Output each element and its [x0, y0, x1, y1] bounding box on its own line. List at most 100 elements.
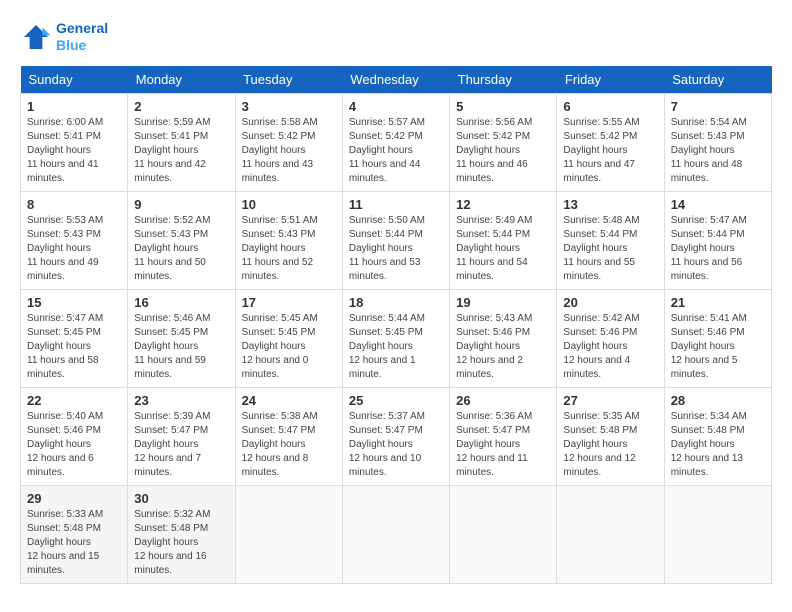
day-cell-2: 2 Sunrise: 5:59 AMSunset: 5:41 PMDaylight… [128, 93, 235, 191]
day-info: Sunrise: 5:41 AMSunset: 5:46 PMDaylight … [671, 312, 765, 382]
day-number: 9 [134, 197, 228, 212]
day-number: 21 [671, 295, 765, 310]
day-cell-29: 29Sunrise: 5:33 AMSunset: 5:48 PMDayligh… [21, 485, 128, 583]
day-cell-10: 10 Sunrise: 5:51 AMSunset: 5:43 PMDayligh… [235, 191, 342, 289]
day-cell-5: 5 Sunrise: 5:56 AMSunset: 5:42 PMDaylight… [450, 93, 557, 191]
weekday-header-tuesday: Tuesday [235, 66, 342, 94]
day-info: Sunrise: 5:57 AMSunset: 5:42 PMDaylight … [349, 116, 443, 186]
day-number: 24 [242, 393, 336, 408]
day-cell-19: 19 Sunrise: 5:43 AMSunset: 5:46 PMDayligh… [450, 289, 557, 387]
day-number: 2 [134, 99, 228, 114]
logo-icon [20, 21, 52, 53]
weekday-header-monday: Monday [128, 66, 235, 94]
day-number: 11 [349, 197, 443, 212]
day-cell-12: 12 Sunrise: 5:49 AMSunset: 5:44 PMDayligh… [450, 191, 557, 289]
day-number: 17 [242, 295, 336, 310]
day-cell-16: 16 Sunrise: 5:46 AMSunset: 5:45 PMDayligh… [128, 289, 235, 387]
day-info: Sunrise: 5:48 AMSunset: 5:44 PMDaylight … [563, 214, 657, 284]
day-info: Sunrise: 5:39 AMSunset: 5:47 PMDaylight … [134, 410, 228, 480]
day-info: Sunrise: 5:54 AMSunset: 5:43 PMDaylight … [671, 116, 765, 186]
empty-cell [450, 485, 557, 583]
day-info: Sunrise: 5:38 AMSunset: 5:47 PMDaylight … [242, 410, 336, 480]
day-number: 25 [349, 393, 443, 408]
day-cell-6: 6 Sunrise: 5:55 AMSunset: 5:42 PMDaylight… [557, 93, 664, 191]
day-cell-21: 21 Sunrise: 5:41 AMSunset: 5:46 PMDayligh… [664, 289, 771, 387]
day-info: Sunrise: 5:45 AMSunset: 5:45 PMDaylight … [242, 312, 336, 382]
day-cell-1: 1 Sunrise: 6:00 AMSunset: 5:41 PMDaylight… [21, 93, 128, 191]
weekday-header-friday: Friday [557, 66, 664, 94]
day-info: Sunrise: 6:00 AMSunset: 5:41 PMDaylight … [27, 116, 121, 186]
day-number: 19 [456, 295, 550, 310]
day-number: 3 [242, 99, 336, 114]
day-cell-27: 27Sunrise: 5:35 AMSunset: 5:48 PMDayligh… [557, 387, 664, 485]
day-number: 18 [349, 295, 443, 310]
day-info: Sunrise: 5:56 AMSunset: 5:42 PMDaylight … [456, 116, 550, 186]
day-number: 14 [671, 197, 765, 212]
day-info: Sunrise: 5:50 AMSunset: 5:44 PMDaylight … [349, 214, 443, 284]
day-info: Sunrise: 5:51 AMSunset: 5:43 PMDaylight … [242, 214, 336, 284]
day-number: 6 [563, 99, 657, 114]
empty-cell [235, 485, 342, 583]
day-cell-28: 28 Sunrise: 5:34 AMSunset: 5:48 PMDayligh… [664, 387, 771, 485]
day-number: 12 [456, 197, 550, 212]
day-info: Sunrise: 5:36 AMSunset: 5:47 PMDaylight … [456, 410, 550, 480]
day-cell-26: 26 Sunrise: 5:36 AMSunset: 5:47 PMDayligh… [450, 387, 557, 485]
day-info: Sunrise: 5:49 AMSunset: 5:44 PMDaylight … [456, 214, 550, 284]
day-number: 20 [563, 295, 657, 310]
day-number: 26 [456, 393, 550, 408]
day-cell-18: 18 Sunrise: 5:44 AMSunset: 5:45 PMDayligh… [342, 289, 449, 387]
day-number: 10 [242, 197, 336, 212]
day-number: 13 [563, 197, 657, 212]
day-info: Sunrise: 5:59 AMSunset: 5:41 PMDaylight … [134, 116, 228, 186]
last-week-row: 29Sunrise: 5:33 AMSunset: 5:48 PMDayligh… [21, 485, 772, 583]
day-number: 15 [27, 295, 121, 310]
week-row-3: 15 Sunrise: 5:47 AMSunset: 5:45 PMDayligh… [21, 289, 772, 387]
day-cell-24: 24 Sunrise: 5:38 AMSunset: 5:47 PMDayligh… [235, 387, 342, 485]
day-number: 7 [671, 99, 765, 114]
empty-cell [664, 485, 771, 583]
weekday-header-sunday: Sunday [21, 66, 128, 94]
day-cell-23: 23 Sunrise: 5:39 AMSunset: 5:47 PMDayligh… [128, 387, 235, 485]
week-row-2: 8Sunrise: 5:53 AMSunset: 5:43 PMDaylight… [21, 191, 772, 289]
day-info: Sunrise: 5:55 AMSunset: 5:42 PMDaylight … [563, 116, 657, 186]
day-cell-15: 15 Sunrise: 5:47 AMSunset: 5:45 PMDayligh… [21, 289, 128, 387]
weekday-header-thursday: Thursday [450, 66, 557, 94]
day-cell-9: 9Sunrise: 5:52 AMSunset: 5:43 PMDaylight… [128, 191, 235, 289]
page-header: General Blue [20, 20, 772, 54]
day-cell-3: 3 Sunrise: 5:58 AMSunset: 5:42 PMDaylight… [235, 93, 342, 191]
day-cell-25: 25 Sunrise: 5:37 AMSunset: 5:47 PMDayligh… [342, 387, 449, 485]
logo-text: General Blue [56, 20, 108, 54]
day-cell-17: 17 Sunrise: 5:45 AMSunset: 5:45 PMDayligh… [235, 289, 342, 387]
day-info: Sunrise: 5:34 AMSunset: 5:48 PMDaylight … [671, 410, 765, 480]
empty-cell [342, 485, 449, 583]
day-info: Sunrise: 5:44 AMSunset: 5:45 PMDaylight … [349, 312, 443, 382]
day-cell-14: 14 Sunrise: 5:47 AMSunset: 5:44 PMDayligh… [664, 191, 771, 289]
day-number: 16 [134, 295, 228, 310]
day-info: Sunrise: 5:40 AMSunset: 5:46 PMDaylight … [27, 410, 121, 480]
day-info: Sunrise: 5:37 AMSunset: 5:47 PMDaylight … [349, 410, 443, 480]
day-cell-22: 22 Sunrise: 5:40 AMSunset: 5:46 PMDayligh… [21, 387, 128, 485]
day-cell-11: 11 Sunrise: 5:50 AMSunset: 5:44 PMDayligh… [342, 191, 449, 289]
day-info: Sunrise: 5:43 AMSunset: 5:46 PMDaylight … [456, 312, 550, 382]
day-cell-8: 8Sunrise: 5:53 AMSunset: 5:43 PMDaylight… [21, 191, 128, 289]
day-info: Sunrise: 5:32 AMSunset: 5:48 PMDaylight … [134, 508, 228, 578]
day-cell-30: 30Sunrise: 5:32 AMSunset: 5:48 PMDayligh… [128, 485, 235, 583]
day-number: 1 [27, 99, 121, 114]
day-number: 22 [27, 393, 121, 408]
day-number: 23 [134, 393, 228, 408]
day-number: 8 [27, 197, 121, 212]
day-number: 4 [349, 99, 443, 114]
day-number: 28 [671, 393, 765, 408]
logo: General Blue [20, 20, 108, 54]
week-row-4: 22 Sunrise: 5:40 AMSunset: 5:46 PMDayligh… [21, 387, 772, 485]
day-number: 5 [456, 99, 550, 114]
day-info: Sunrise: 5:47 AMSunset: 5:44 PMDaylight … [671, 214, 765, 284]
day-info: Sunrise: 5:46 AMSunset: 5:45 PMDaylight … [134, 312, 228, 382]
week-row-1: 1 Sunrise: 6:00 AMSunset: 5:41 PMDaylight… [21, 93, 772, 191]
day-info: Sunrise: 5:47 AMSunset: 5:45 PMDaylight … [27, 312, 121, 382]
weekday-header-row: SundayMondayTuesdayWednesdayThursdayFrid… [21, 66, 772, 94]
day-info: Sunrise: 5:35 AMSunset: 5:48 PMDaylight … [563, 410, 657, 480]
day-cell-4: 4 Sunrise: 5:57 AMSunset: 5:42 PMDaylight… [342, 93, 449, 191]
day-cell-7: 7 Sunrise: 5:54 AMSunset: 5:43 PMDaylight… [664, 93, 771, 191]
day-info: Sunrise: 5:58 AMSunset: 5:42 PMDaylight … [242, 116, 336, 186]
